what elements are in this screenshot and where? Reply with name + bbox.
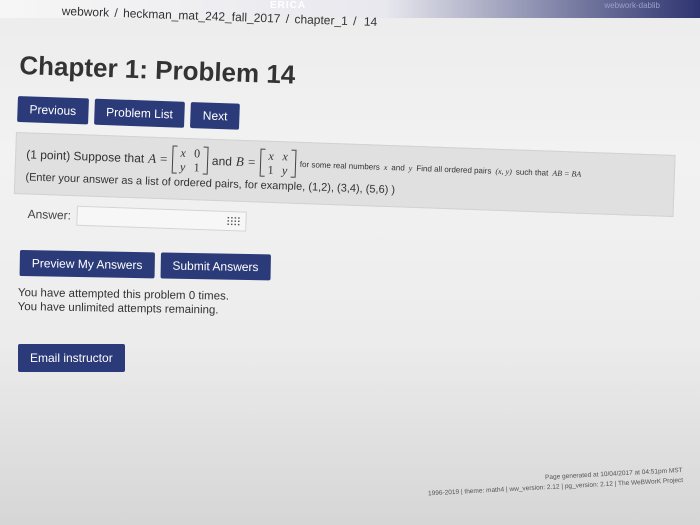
breadcrumb-chapter[interactable]: chapter_1 — [294, 12, 348, 28]
and-word: and — [391, 162, 405, 173]
matrix-a-cell: 0 — [193, 146, 201, 161]
submit-answers-button[interactable]: Submit Answers — [160, 252, 271, 281]
matrix-b-cell: x — [282, 149, 289, 164]
next-button[interactable]: Next — [190, 102, 240, 130]
previous-button[interactable]: Previous — [17, 96, 89, 125]
matrix-a-cell: 1 — [193, 160, 200, 175]
matrix-b-cell: y — [281, 163, 288, 178]
matrix-a: x 0 y 1 — [171, 145, 209, 175]
email-row: Email instructor — [18, 344, 125, 372]
answer-label: Answer: — [27, 206, 72, 223]
breadcrumb-problem: 14 — [363, 14, 378, 30]
matrix-b: x x 1 y — [259, 148, 297, 178]
breadcrumb-webwork[interactable]: webwork — [62, 4, 110, 20]
brand-logo: ERICA — [270, 0, 307, 11]
problem-nav: Previous Problem List Next — [17, 96, 240, 130]
matrix-a-label: A = — [147, 150, 169, 167]
ordered-pair: (x, y) — [495, 166, 513, 176]
and-text: and — [211, 153, 233, 169]
remaining-text: You have unlimited attempts remaining. — [17, 300, 219, 317]
top-bar-link[interactable]: webwork-dablib — [604, 1, 660, 10]
problem-statement: (1 point) Suppose that A = x 0 y 1 and B… — [13, 132, 676, 217]
answer-input[interactable] — [76, 205, 248, 232]
answer-row: Answer: — [27, 204, 248, 232]
page-title: Chapter 1: Problem 14 — [18, 50, 296, 90]
breadcrumb-separator: / — [114, 5, 119, 20]
email-instructor-button[interactable]: Email instructor — [18, 344, 125, 372]
matrix-a-cell: y — [179, 159, 186, 174]
problem-list-button[interactable]: Problem List — [93, 98, 186, 128]
var-x: x — [383, 162, 388, 172]
matrix-b-cell: 1 — [267, 162, 274, 178]
equation: AB = BA — [552, 168, 582, 179]
equation-editor-icon[interactable] — [226, 215, 242, 227]
matrix-b-label: B = — [235, 153, 257, 170]
breadcrumb-separator: / — [352, 14, 357, 29]
var-y: y — [408, 163, 413, 173]
such-that-text: such that — [515, 166, 549, 178]
preview-answers-button[interactable]: Preview My Answers — [19, 250, 155, 279]
submit-row: Preview My Answers Submit Answers — [19, 250, 271, 281]
matrix-b-cell: x — [268, 148, 275, 164]
page-footer: Page generated at 10/04/2017 at 04:51pm … — [427, 466, 683, 499]
attempt-status: You have attempted this problem 0 times.… — [18, 286, 230, 318]
find-text: Find all ordered pairs — [416, 163, 492, 176]
problem-points: (1 point) Suppose that — [25, 147, 145, 166]
matrix-a-cell: x — [180, 145, 187, 160]
condition-text: for some real numbers — [299, 159, 381, 172]
breadcrumb-separator: / — [285, 11, 290, 26]
